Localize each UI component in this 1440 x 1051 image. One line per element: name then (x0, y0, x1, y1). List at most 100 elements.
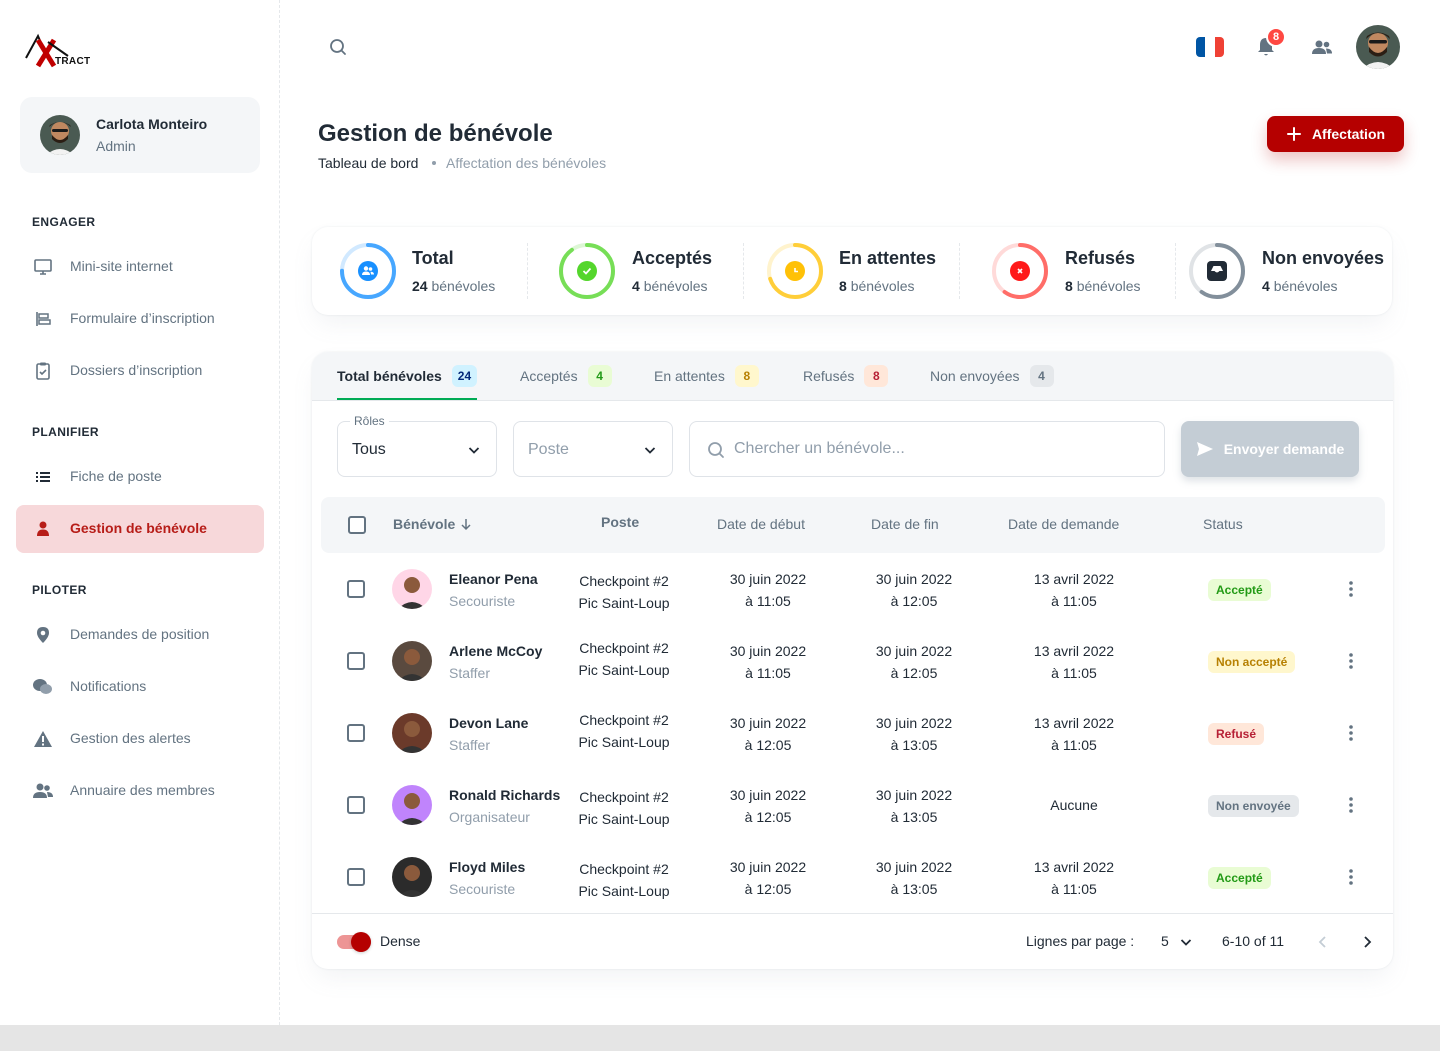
chevron-down-icon[interactable] (1178, 934, 1194, 950)
volunteer-role: Staffer (449, 665, 490, 681)
sidebar-item-label: Dossiers d’inscription (70, 362, 203, 378)
chevron-right-icon[interactable] (1357, 932, 1377, 952)
search-icon[interactable] (328, 37, 348, 57)
location-pin-icon (32, 624, 54, 646)
row-checkbox[interactable] (347, 580, 365, 598)
sidebar-item-gestion-benevole[interactable]: Gestion de bénévole (16, 505, 264, 553)
user-role: Admin (96, 138, 136, 154)
plus-icon (1286, 127, 1301, 141)
table-row[interactable]: Eleanor Pena Secouriste Checkpoint #2 Pic S… (312, 553, 1393, 625)
contacts-icon[interactable] (1311, 36, 1333, 58)
tab-refuses[interactable]: Refusés 8 (803, 352, 889, 400)
stat-divider (743, 243, 744, 299)
arrow-down-icon (461, 519, 471, 531)
more-vertical-icon[interactable] (1341, 867, 1361, 887)
bottom-bar (0, 1025, 1440, 1051)
breadcrumb-current: Affectation des bénévoles (446, 155, 607, 171)
select-all-checkbox[interactable] (348, 516, 366, 534)
table-row[interactable]: Floyd Miles Secouriste Checkpoint #2 Pic Sa… (312, 841, 1393, 913)
sidebar-item-label: Gestion de bénévole (70, 520, 207, 536)
end-date-cell: 30 juin 2022 à 12:05 (875, 571, 953, 609)
sidebar-item-demandes-position[interactable]: Demandes de position (16, 611, 264, 659)
search-volunteer-input[interactable] (734, 422, 1154, 476)
tab-count-badge: 4 (587, 365, 612, 387)
start-date-cell: 30 juin 2022 à 12:05 (729, 715, 807, 753)
sidebar-item-formulaire[interactable]: Formulaire d’inscription (16, 295, 264, 343)
table-row[interactable]: Ronald Richards Organisateur Checkpoint #2… (312, 769, 1393, 841)
row-checkbox[interactable] (347, 652, 365, 670)
sidebar-item-notifications[interactable]: Notifications (16, 663, 264, 711)
column-header-poste: Poste (601, 514, 640, 530)
start-date-cell: 30 juin 2022 à 12:05 (729, 787, 807, 825)
account-avatar[interactable] (1356, 25, 1400, 69)
sidebar-item-annuaire[interactable]: Annuaire des membres (16, 767, 264, 815)
volunteer-name: Devon Lane (449, 715, 529, 731)
tab-count-badge: 8 (864, 365, 889, 387)
roles-select[interactable]: Rôles Tous (337, 414, 497, 477)
user-card[interactable]: Carlota Monteiro Admin (20, 97, 260, 173)
tab-en-attentes[interactable]: En attentes 8 (654, 352, 759, 400)
sidebar-item-mini-site[interactable]: Mini-site internet (16, 243, 264, 291)
search-volunteer-field (689, 421, 1165, 477)
sidebar-item-alertes[interactable]: Gestion des alertes (16, 715, 264, 763)
breadcrumb-separator (432, 161, 436, 165)
volunteers-table-card: Total bénévoles 24 Acceptés 4 En attente… (312, 352, 1393, 969)
volunteer-name: Ronald Richards (449, 787, 561, 803)
start-date-cell: 30 juin 2022 à 11:05 (729, 571, 807, 609)
sidebar-item-label: Gestion des alertes (70, 730, 191, 746)
request-date-cell: 13 avril 2022 à 11:05 (1033, 571, 1115, 609)
row-checkbox[interactable] (347, 796, 365, 814)
poste-select[interactable]: Poste (513, 421, 673, 477)
more-vertical-icon[interactable] (1341, 723, 1361, 743)
notification-badge: 8 (1266, 27, 1286, 47)
sidebar-item-label: Formulaire d’inscription (70, 310, 215, 326)
end-date-cell: 30 juin 2022 à 13:05 (875, 787, 953, 825)
status-tabs: Total bénévoles 24 Acceptés 4 En attente… (312, 352, 1393, 401)
poste-select-placeholder: Poste (528, 441, 569, 458)
tab-label: Refusés (803, 368, 855, 384)
tab-label: Total bénévoles (337, 368, 442, 384)
stat-subtitle: 24 bénévoles (412, 278, 496, 294)
pagination-range: 6-10 of 11 (1222, 933, 1285, 949)
tab-total[interactable]: Total bénévoles 24 (337, 352, 478, 400)
more-vertical-icon[interactable] (1341, 795, 1361, 815)
sidebar-item-label: Mini-site internet (70, 258, 173, 274)
chevron-left-icon[interactable] (1313, 932, 1333, 952)
stat-title: Acceptés (632, 248, 713, 268)
section-title-piloter: PILOTER (32, 583, 87, 597)
start-date-cell: 30 juin 2022 à 11:05 (729, 643, 807, 681)
table-row[interactable]: Devon Lane Staffer Checkpoint #2 Pic Saint-… (312, 697, 1393, 769)
sidebar-item-fiche-de-poste[interactable]: Fiche de poste (16, 453, 264, 501)
request-date-cell: Aucune (1050, 797, 1098, 813)
more-vertical-icon[interactable] (1341, 651, 1361, 671)
column-header-date-demande: Date de demande (1008, 516, 1120, 532)
language-flag-icon[interactable] (1196, 37, 1224, 57)
request-date-cell: 13 avril 2022 à 11:05 (1033, 643, 1115, 681)
stat-title: Total (412, 248, 454, 268)
affectation-button[interactable]: Affectation (1267, 116, 1404, 152)
clock-icon (785, 261, 805, 281)
send-request-button[interactable]: Envoyer demande (1181, 421, 1359, 477)
tab-acceptes[interactable]: Acceptés 4 (520, 352, 612, 400)
chat-bubbles-icon (32, 676, 54, 698)
table-footer: Dense Lignes par page : 5 6-10 of 11 (312, 913, 1393, 969)
stat-divider (959, 243, 960, 299)
dense-toggle[interactable] (337, 932, 371, 952)
row-checkbox[interactable] (347, 724, 365, 742)
users-icon (32, 780, 54, 802)
stat-divider (1175, 243, 1176, 299)
more-vertical-icon[interactable] (1341, 579, 1361, 599)
rows-per-page-select[interactable]: 5 (1161, 933, 1169, 949)
stat-subtitle: 8 bénévoles (839, 278, 915, 294)
avatar (392, 641, 432, 681)
sidebar-item-dossiers[interactable]: Dossiers d’inscription (16, 347, 264, 395)
dense-label: Dense (380, 933, 421, 949)
volunteer-role: Organisateur (449, 809, 530, 825)
table-row[interactable]: Arlene McCoy Staffer Checkpoint #2 Pic Sain… (312, 625, 1393, 697)
end-date-cell: 30 juin 2022 à 13:05 (875, 859, 953, 897)
breadcrumb-dashboard[interactable]: Tableau de bord (318, 155, 418, 171)
column-header-benevole[interactable]: Bénévole (393, 516, 473, 532)
row-checkbox[interactable] (347, 868, 365, 886)
tab-non-envoyees[interactable]: Non envoyées 4 (930, 352, 1054, 400)
x-circle-icon (1010, 261, 1030, 281)
